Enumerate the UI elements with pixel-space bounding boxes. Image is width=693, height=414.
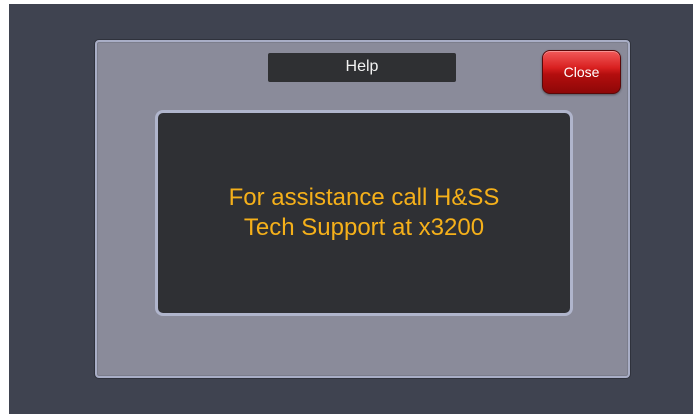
close-button[interactable]: Close: [542, 50, 621, 94]
dialog-title: Help: [268, 53, 456, 82]
help-message-line-1: For assistance call H&SS: [228, 184, 500, 211]
help-message: For assistance call H&SS Tech Support at…: [184, 183, 544, 243]
help-dialog: Help Close For assistance call H&SS Tech…: [95, 40, 630, 378]
help-message-line-2: Tech Support at x3200: [243, 214, 485, 241]
screen-background: Help Close For assistance call H&SS Tech…: [9, 4, 693, 414]
message-panel: For assistance call H&SS Tech Support at…: [155, 110, 573, 316]
